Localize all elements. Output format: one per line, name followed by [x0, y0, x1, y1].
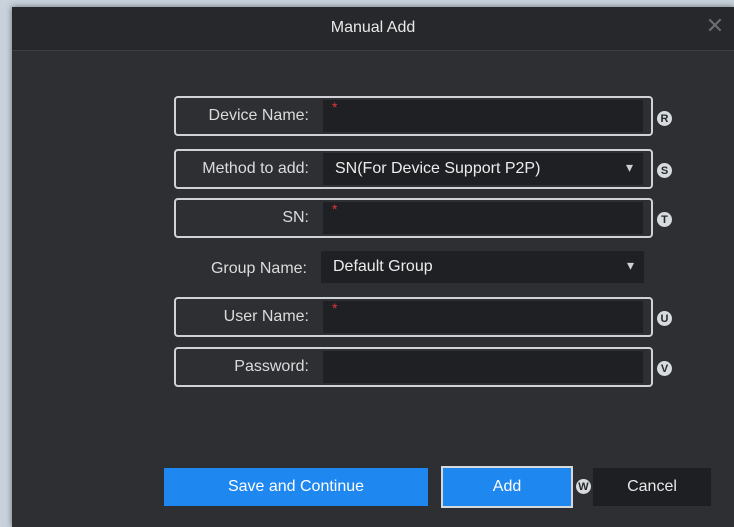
dialog-titlebar: Manual Add ✕: [12, 7, 734, 51]
required-mark: *: [332, 300, 338, 316]
method-label: Method to add:: [202, 160, 309, 177]
save-and-continue-button[interactable]: Save and Continue: [164, 468, 428, 506]
password-input[interactable]: [323, 351, 643, 383]
chevron-down-icon: ▾: [626, 257, 634, 273]
user-name-label: User Name:: [223, 308, 309, 325]
device-name-input[interactable]: [323, 100, 643, 132]
close-icon[interactable]: ✕: [704, 15, 726, 37]
sn-input[interactable]: [323, 202, 643, 234]
device-name-row: Device Name: *: [174, 96, 653, 136]
user-name-row: User Name: *: [174, 297, 653, 337]
chevron-down-icon: ▾: [625, 159, 633, 175]
group-row: Group Name: Default Group ▾: [174, 249, 653, 289]
sn-label: SN:: [282, 209, 309, 226]
user-name-input[interactable]: [323, 301, 643, 333]
shortcut-badge-u: U: [657, 311, 672, 326]
cancel-button[interactable]: Cancel: [593, 468, 711, 506]
shortcut-badge-t: T: [657, 212, 672, 227]
manual-add-dialog: Manual Add ✕ Device Name: * R Method to …: [12, 7, 734, 527]
add-button[interactable]: Add: [441, 466, 573, 508]
shortcut-badge-v: V: [657, 361, 672, 376]
required-mark: *: [332, 99, 338, 115]
sn-row: SN: *: [174, 198, 653, 238]
dialog-title: Manual Add: [330, 19, 416, 36]
password-label: Password:: [234, 358, 309, 375]
method-selected-value: SN(For Device Support P2P): [335, 160, 541, 177]
password-row: Password:: [174, 347, 653, 387]
shortcut-badge-r: R: [657, 111, 672, 126]
device-name-label: Device Name:: [208, 107, 309, 124]
group-select[interactable]: Default Group ▾: [321, 251, 644, 283]
shortcut-badge-s: S: [657, 163, 672, 178]
method-select[interactable]: SN(For Device Support P2P) ▾: [323, 153, 643, 185]
group-label: Group Name:: [210, 260, 307, 277]
method-row: Method to add: SN(For Device Support P2P…: [174, 149, 653, 189]
required-mark: *: [332, 201, 338, 217]
group-selected-value: Default Group: [333, 258, 433, 275]
shortcut-badge-w: W: [576, 479, 591, 494]
